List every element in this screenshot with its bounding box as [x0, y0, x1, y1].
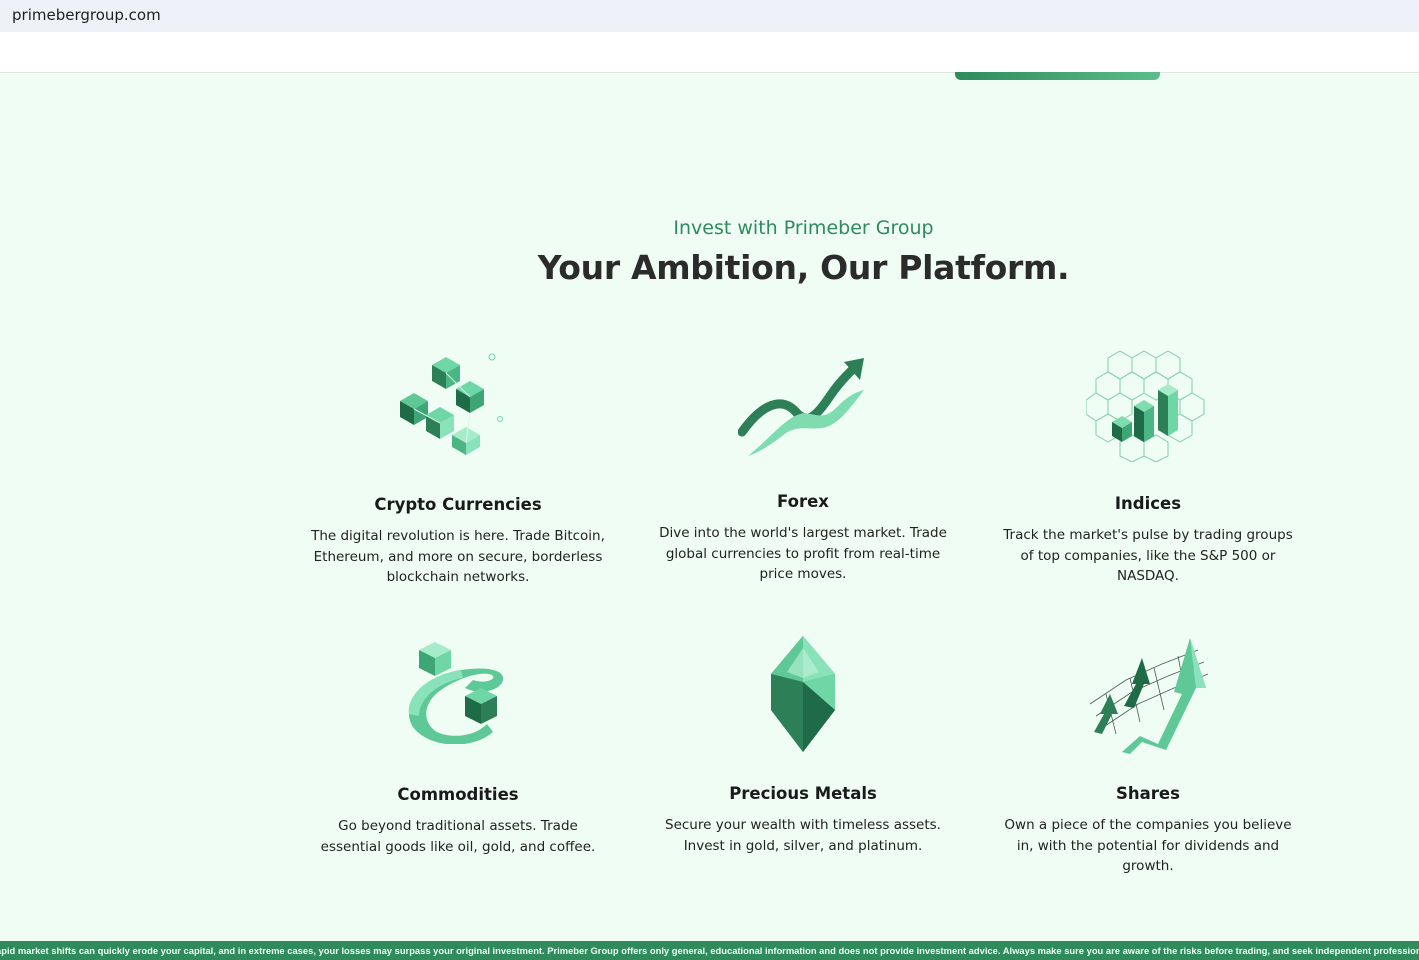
card-description: Own a piece of the companies you believe…: [1004, 817, 1292, 874]
card-title: Precious Metals: [729, 784, 877, 803]
card-forex[interactable]: Forex Dive into the world's largest mark…: [653, 352, 953, 585]
card-crypto-currencies[interactable]: Crypto Currencies The digital revolution…: [308, 347, 608, 588]
indices-chart-icon: [1086, 350, 1205, 462]
card-title: Shares: [1116, 784, 1180, 803]
card-precious-metals[interactable]: Precious Metals Secure your wealth with …: [653, 634, 953, 856]
card-title: Crypto Currencies: [374, 495, 542, 514]
card-description: The digital revolution is here. Trade Bi…: [311, 528, 605, 585]
section-headline: Your Ambition, Our Platform.: [537, 248, 1070, 287]
card-title: Forex: [777, 492, 829, 511]
section-eyebrow: Invest with Primeber Group: [673, 217, 934, 239]
header-cta-button[interactable]: [955, 72, 1160, 80]
site-header: [0, 32, 1419, 73]
commodities-cube-icon: [408, 642, 504, 744]
card-description: Dive into the world's largest market. Tr…: [659, 525, 947, 582]
card-description: Secure your wealth with timeless assets.…: [665, 817, 941, 854]
card-commodities[interactable]: Commodities Go beyond traditional assets…: [308, 640, 608, 857]
browser-address-bar[interactable]: primebergroup.com: [0, 0, 1419, 33]
card-description: Go beyond traditional assets. Trade esse…: [320, 818, 596, 855]
shares-arrows-icon: [1089, 638, 1209, 754]
card-title: Commodities: [397, 785, 519, 804]
browser-url[interactable]: primebergroup.com: [12, 6, 161, 24]
risk-disclaimer-text: apid market shifts can quickly erode you…: [0, 945, 1419, 956]
card-indices[interactable]: Indices Track the market's pulse by trad…: [998, 344, 1298, 587]
risk-disclaimer-ticker: apid market shifts can quickly erode you…: [0, 941, 1419, 960]
gem-icon: [771, 636, 835, 752]
card-shares[interactable]: Shares Own a piece of the companies you …: [998, 634, 1298, 877]
crypto-cubes-icon: [400, 353, 503, 455]
card-title: Indices: [1114, 494, 1182, 513]
card-description: Track the market's pulse by trading grou…: [1003, 527, 1293, 584]
forex-trend-icon: [738, 358, 864, 456]
